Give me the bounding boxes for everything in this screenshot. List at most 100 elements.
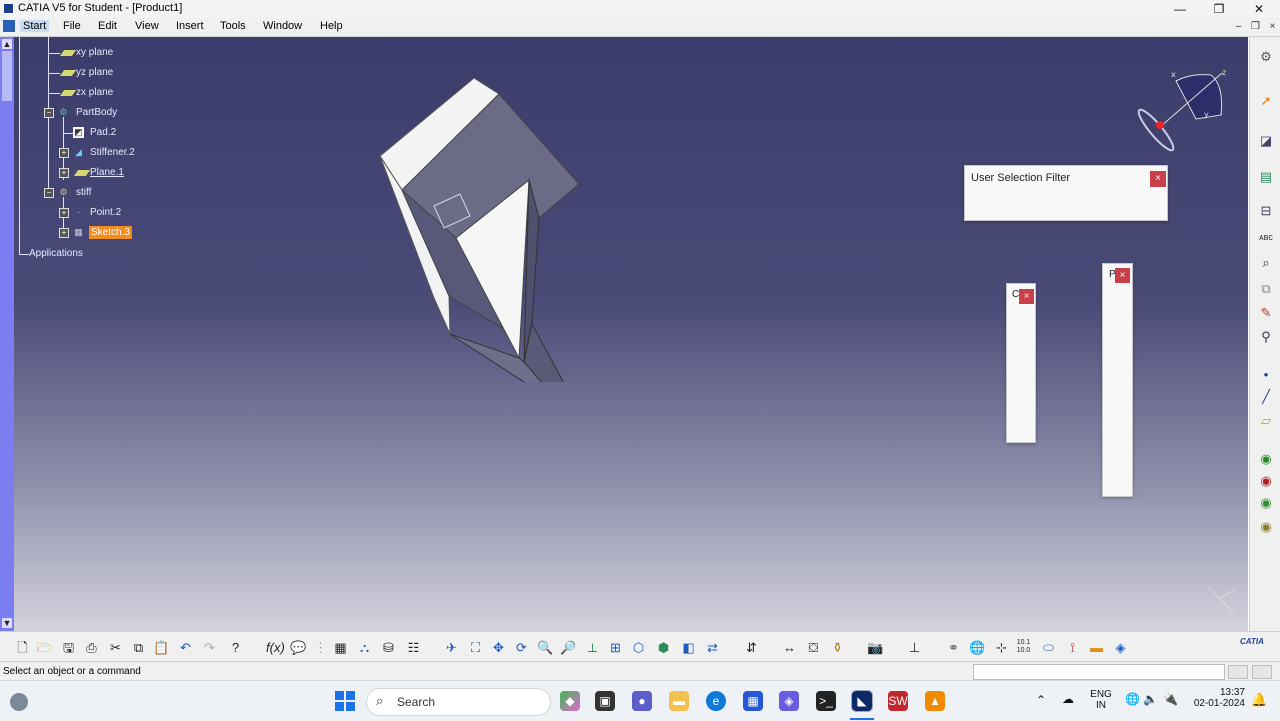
plane-icon[interactable] [59, 50, 77, 56]
command-input[interactable] [973, 664, 1225, 680]
update-icon[interactable]: ⇵ [743, 639, 760, 656]
edge-browser-icon[interactable]: e [706, 691, 726, 711]
tree-node-point[interactable]: Point.2 [90, 207, 121, 218]
catia-taskbar-icon[interactable]: ◣ [851, 690, 873, 712]
tree-scrollbar[interactable]: ▲ ▼ [0, 37, 14, 631]
select-arrow-icon[interactable]: ➚ [1258, 93, 1274, 109]
workbench-icon[interactable]: ▤ [1258, 169, 1274, 185]
expand-expander[interactable]: + [59, 208, 69, 218]
settings-gear-icon[interactable]: ⚙ [1258, 49, 1274, 65]
fly-mode-icon[interactable]: ✈ [443, 639, 460, 656]
cylinder-icon[interactable]: ⬭ [1040, 639, 1057, 656]
expand-expander[interactable]: + [59, 168, 69, 178]
command-button[interactable] [1252, 665, 1272, 679]
scroll-up-arrow-icon[interactable]: ▲ [2, 39, 12, 49]
plane-icon[interactable] [59, 90, 77, 96]
compass-widget[interactable]: x z y [1136, 65, 1236, 155]
camera-icon[interactable]: 📷 [867, 639, 884, 656]
point-tool-icon[interactable]: • [1258, 367, 1274, 383]
formula-fx-icon[interactable]: f(x) [266, 639, 285, 656]
compass-snap-icon[interactable]: ⟟ [1064, 639, 1081, 656]
dialog-close-button[interactable]: × [1150, 171, 1166, 187]
file-explorer-icon[interactable]: ▬ [669, 691, 689, 711]
zoom-in-icon[interactable]: 🔍 [537, 639, 554, 656]
open-folder-icon[interactable]: 🗁 [36, 639, 53, 656]
notification-bell-icon[interactable]: 🔔 [1251, 692, 1267, 708]
tree-node-stiffener[interactable]: Stiffener.2 [90, 147, 135, 158]
menu-edit[interactable]: Edit [98, 20, 117, 32]
expand-expander[interactable]: + [59, 228, 69, 238]
copy-icon[interactable]: ⧉ [130, 639, 147, 656]
tree-node-zx-plane[interactable]: zx plane [76, 87, 113, 98]
sketch-icon[interactable]: ▦ [73, 227, 84, 238]
minimize-button[interactable]: — [1160, 0, 1200, 18]
app-icon[interactable]: ◈ [779, 691, 799, 711]
volume-icon[interactable]: 🔈 [1143, 692, 1158, 706]
weather-widget-icon[interactable] [10, 693, 28, 711]
constraint-icon[interactable]: ⊟ [1258, 203, 1274, 219]
sketch-tool-icon[interactable]: ◪ [1258, 133, 1274, 149]
partbody-icon[interactable]: ⚙ [58, 107, 69, 118]
stiffener-icon[interactable]: ◢ [73, 147, 84, 158]
catalog-icon[interactable]: ⛬ [356, 639, 373, 656]
plane-icon[interactable] [59, 70, 77, 76]
globe-icon[interactable]: 🌐 [969, 639, 986, 656]
solidworks-icon[interactable]: SW [888, 691, 908, 711]
scroll-down-arrow-icon[interactable]: ▼ [2, 618, 12, 628]
text-abc-icon[interactable]: ᴀʙᴄ [1258, 229, 1274, 245]
material-icon[interactable]: ▬ [1088, 639, 1105, 656]
fit-all-icon[interactable]: ⛶ [467, 639, 484, 656]
pan-icon[interactable]: ✥ [490, 639, 507, 656]
tree-node-yz-plane[interactable]: yz plane [76, 67, 113, 78]
tree-node-stiff[interactable]: stiff [76, 187, 91, 198]
isometric-view-icon[interactable]: ⬡ [630, 639, 647, 656]
menu-help[interactable]: Help [320, 20, 343, 32]
measure-inertia-icon[interactable]: ⚱ [829, 639, 846, 656]
apply-material-icon[interactable]: ◈ [1112, 639, 1129, 656]
menu-file[interactable]: File [63, 20, 81, 32]
line-tool-icon[interactable]: ╱ [1258, 389, 1274, 405]
print-icon[interactable]: ⎙ [83, 639, 100, 656]
rotate-icon[interactable]: ⟳ [513, 639, 530, 656]
show-hidden-icons-icon[interactable]: ⌃ [1036, 693, 1046, 707]
cut-icon[interactable]: ✂ [107, 639, 124, 656]
document-icon[interactable] [3, 20, 15, 32]
scroll-thumb[interactable] [2, 51, 12, 101]
battery-icon[interactable]: 🔌 [1163, 692, 1178, 706]
zoom-out-icon[interactable]: 🔎 [560, 639, 577, 656]
measure-between-icon[interactable]: ↔ [781, 639, 798, 656]
menu-window[interactable]: Window [263, 20, 302, 32]
command-button[interactable] [1228, 665, 1248, 679]
menu-tools[interactable]: Tools [220, 20, 246, 32]
knowledge-icon[interactable]: ⛁ [380, 639, 397, 656]
hide-show-icon[interactable]: ◧ [680, 639, 697, 656]
redo-icon[interactable]: ↷ [201, 639, 218, 656]
tree-node-applications[interactable]: Applications [29, 248, 83, 259]
network-icon[interactable]: 🌐 [1125, 692, 1140, 706]
collapse-expander[interactable]: − [44, 108, 54, 118]
clock[interactable]: 13:37 02-01-2024 [1190, 687, 1245, 709]
task-view-icon[interactable]: ▣ [595, 691, 615, 711]
cloud-offline-icon[interactable]: ☁ [1062, 692, 1074, 706]
axis-icon[interactable]: ⊹ [993, 639, 1010, 656]
menu-start[interactable]: Start [20, 20, 50, 32]
expand-expander[interactable]: + [59, 148, 69, 158]
rule-icon[interactable]: ☷ [405, 639, 422, 656]
doc-minimize-button[interactable]: – [1232, 20, 1245, 33]
tree-node-partbody[interactable]: PartBody [76, 107, 117, 118]
paste-icon[interactable]: 📋 [153, 639, 170, 656]
tree-node-pad[interactable]: Pad.2 [90, 127, 116, 138]
boolean-add-icon[interactable]: ◉ [1258, 451, 1274, 467]
boolean-intersect-icon[interactable]: ◉ [1258, 495, 1274, 511]
tree-node-sketch[interactable]: Sketch.3 [89, 226, 132, 239]
doc-close-button[interactable]: × [1266, 20, 1279, 33]
comment-icon[interactable]: 💬 [290, 639, 307, 656]
copilot-icon[interactable]: ◆ [560, 691, 580, 711]
pad-icon[interactable]: ◩ [73, 127, 84, 138]
shading-icon[interactable]: ⬢ [655, 639, 672, 656]
measure-tool-icon[interactable]: ⚲ [1258, 329, 1274, 345]
boolean-union-icon[interactable]: ◉ [1258, 519, 1274, 535]
tree-node-xy-plane[interactable]: xy plane [76, 47, 113, 58]
normal-view-icon[interactable]: ⟂ [584, 639, 601, 656]
menu-insert[interactable]: Insert [176, 20, 204, 32]
